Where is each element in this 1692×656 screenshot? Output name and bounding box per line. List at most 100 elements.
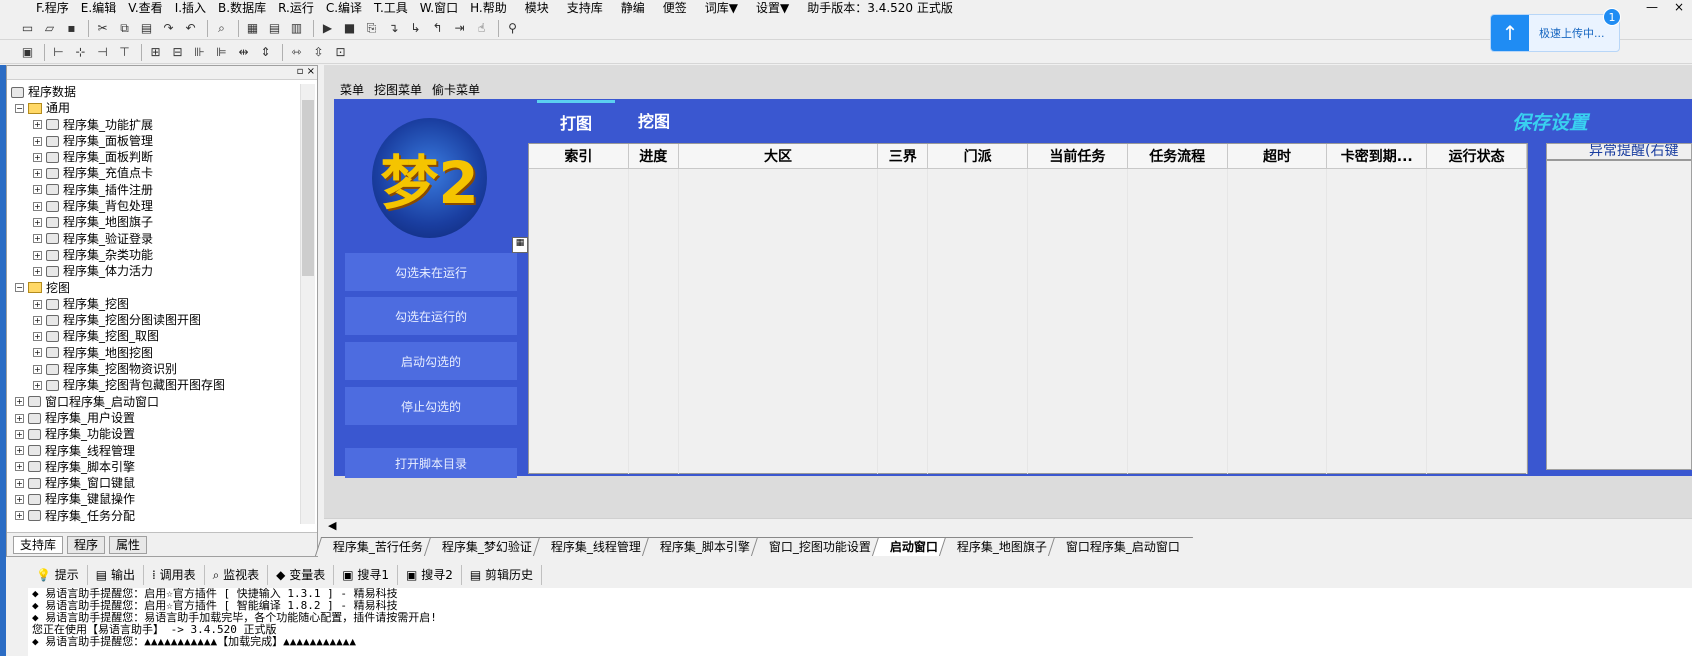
- expander-icon[interactable]: +: [33, 201, 42, 211]
- tree-node[interactable]: + 程序集_挖图: [11, 296, 299, 312]
- tree-node[interactable]: + 程序集_功能扩展: [11, 117, 299, 133]
- col-index[interactable]: 索引: [529, 144, 629, 168]
- expander-icon[interactable]: +: [33, 152, 42, 162]
- expander-icon[interactable]: +: [33, 169, 42, 179]
- expander-icon[interactable]: +: [33, 348, 42, 358]
- expander-icon[interactable]: +: [15, 478, 24, 488]
- expander-icon[interactable]: −: [15, 283, 24, 293]
- find-icon[interactable]: ⌕: [212, 19, 231, 37]
- expander-icon[interactable]: +: [33, 332, 42, 342]
- col-progress[interactable]: 进度: [629, 144, 679, 168]
- run-to-cursor-icon[interactable]: ⇥: [450, 19, 469, 37]
- menu-item[interactable]: C.编译: [320, 0, 368, 16]
- run-icon[interactable]: ▶: [318, 19, 337, 37]
- align-left-icon[interactable]: ⊢: [49, 43, 68, 61]
- stop-selected-button[interactable]: 停止勾选的: [345, 387, 517, 425]
- paste-icon[interactable]: ▤: [137, 19, 156, 37]
- step-over-icon[interactable]: ↳: [406, 19, 425, 37]
- menu-item[interactable]: B.数据库: [212, 0, 272, 16]
- tree-node[interactable]: + 程序集_背包处理: [11, 198, 299, 214]
- form-icon[interactable]: ▣: [18, 43, 37, 61]
- tree-node[interactable]: + 程序集_脚本引擎: [11, 459, 299, 475]
- panel-pin-close-icon[interactable]: ▫ ×: [297, 66, 315, 78]
- expander-icon[interactable]: +: [33, 364, 42, 374]
- open-folder-icon[interactable]: ▱: [40, 19, 59, 37]
- resize-v-icon[interactable]: ⇳: [309, 43, 328, 61]
- output-log[interactable]: ◆ 易语言助手提醒您：启用☆官方插件 [ 快捷输入 1.3.1 ] - 精易科技…: [28, 588, 1692, 656]
- tree-node[interactable]: + 程序集_杂类功能: [11, 247, 299, 263]
- col-current-task[interactable]: 当前任务: [1028, 144, 1128, 168]
- align-right-icon[interactable]: ⊣: [93, 43, 112, 61]
- expander-icon[interactable]: +: [15, 413, 24, 423]
- expander-icon[interactable]: +: [15, 511, 24, 521]
- tab-program[interactable]: 程序: [67, 535, 106, 554]
- layout-3-icon[interactable]: ▥: [287, 19, 306, 37]
- tab-clip-history[interactable]: ▤ 剪辑历史: [462, 565, 542, 585]
- menu-item[interactable]: 模块: [513, 0, 555, 16]
- tree-node[interactable]: + 程序集_任务分配: [11, 508, 299, 524]
- minimize-button[interactable]: —: [1646, 0, 1658, 14]
- resize-icon[interactable]: ⇿: [287, 43, 306, 61]
- layout-1-icon[interactable]: ▦: [243, 19, 262, 37]
- tree-node[interactable]: + 程序集_挖图_取图: [11, 328, 299, 344]
- designer-hscrollbar[interactable]: ◀: [324, 518, 1692, 534]
- tree-node[interactable]: + 程序集_功能设置: [11, 426, 299, 442]
- tree-scrollbar[interactable]: [300, 84, 315, 524]
- alert-panel[interactable]: 异常提醒(右键: [1546, 143, 1692, 470]
- step-icon[interactable]: ⎘: [362, 19, 381, 37]
- stop-icon[interactable]: ■: [340, 19, 359, 37]
- menu-item[interactable]: V.查看: [122, 0, 168, 16]
- same-height-icon[interactable]: ⇕: [256, 43, 275, 61]
- center-v-icon[interactable]: ⊟: [168, 43, 187, 61]
- expander-icon[interactable]: +: [33, 250, 42, 260]
- menu-item[interactable]: 词库▼: [693, 0, 744, 16]
- expander-icon[interactable]: +: [33, 315, 42, 325]
- tab-call-table[interactable]: ⁞ 调用表: [144, 565, 205, 585]
- file-tab[interactable]: 程序集_线程管理: [532, 537, 655, 556]
- upload-status[interactable]: ↑ 极速上传中...: [1490, 14, 1620, 52]
- tree-node[interactable]: + 窗口程序集_启动窗口: [11, 394, 299, 410]
- expander-icon[interactable]: +: [33, 234, 42, 244]
- save-icon[interactable]: ▪: [62, 19, 81, 37]
- tree-node[interactable]: + 程序集_插件注册: [11, 182, 299, 198]
- tree-node[interactable]: + 程序集_挖图物资识别: [11, 361, 299, 377]
- close-button[interactable]: ×: [1674, 0, 1684, 14]
- menu-item[interactable]: 偷卡菜单: [432, 81, 480, 98]
- scroll-left-icon[interactable]: ◀: [328, 519, 336, 532]
- file-tab[interactable]: 程序集_梦幻验证: [423, 537, 546, 556]
- tab-variables[interactable]: ◆ 变量表: [268, 565, 335, 585]
- tree-node[interactable]: + 程序集_地图旗子: [11, 214, 299, 230]
- tab-output[interactable]: ▤ 输出: [88, 565, 144, 585]
- undo-icon[interactable]: ↶: [181, 19, 200, 37]
- tab-search2[interactable]: ▣ 搜寻2: [398, 565, 462, 585]
- expander-icon[interactable]: +: [15, 446, 24, 456]
- tree-node[interactable]: + 程序集_挖图背包藏图开图存图: [11, 377, 299, 393]
- menu-item[interactable]: E.编辑: [75, 0, 122, 16]
- align-center-icon[interactable]: ⊹: [71, 43, 90, 61]
- tree-node[interactable]: + 程序集_地图挖图: [11, 345, 299, 361]
- file-tab[interactable]: 程序集_地图旗子: [939, 537, 1061, 556]
- menu-item[interactable]: 便签: [651, 0, 693, 16]
- menu-item[interactable]: 设置▼: [744, 0, 795, 16]
- expander-icon[interactable]: −: [15, 103, 24, 113]
- tab-support-library[interactable]: 支持库: [13, 535, 64, 554]
- save-settings-button[interactable]: 保存设置: [1512, 108, 1588, 135]
- redo-icon[interactable]: ↷: [159, 19, 178, 37]
- tree-node[interactable]: + 程序集_面板管理: [11, 133, 299, 149]
- tree-node[interactable]: + 程序集_键鼠操作: [11, 491, 299, 507]
- expander-icon[interactable]: +: [33, 299, 42, 309]
- step-out-icon[interactable]: ↰: [428, 19, 447, 37]
- expander-icon[interactable]: +: [15, 495, 24, 505]
- expander-icon[interactable]: +: [15, 462, 24, 472]
- file-tab[interactable]: 程序集_苦行任务: [314, 537, 437, 556]
- expander-icon[interactable]: +: [33, 266, 42, 276]
- resize-handle-icon[interactable]: ▦: [512, 237, 528, 253]
- file-tab[interactable]: 窗口_挖图功能设置: [750, 537, 885, 556]
- menu-item[interactable]: 助手版本：3.4.520 正式版: [795, 0, 959, 16]
- open-script-dir-button[interactable]: 打开脚本目录: [345, 448, 517, 478]
- menu-item[interactable]: 菜单: [340, 81, 364, 98]
- tree-node[interactable]: + 程序集_面板判断: [11, 149, 299, 165]
- menu-item[interactable]: 静编: [609, 0, 651, 16]
- col-run-status[interactable]: 运行状态: [1427, 144, 1527, 168]
- tree-node[interactable]: + 程序集_线程管理: [11, 443, 299, 459]
